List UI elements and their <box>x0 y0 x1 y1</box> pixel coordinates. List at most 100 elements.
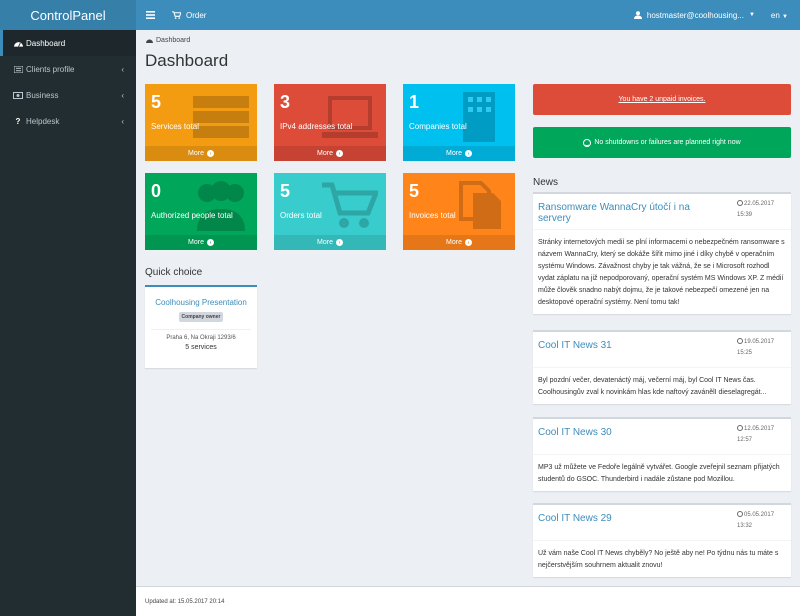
laptop-icon <box>322 96 378 138</box>
more-label: More <box>188 239 204 246</box>
more-link[interactable]: More › <box>145 235 257 250</box>
news-date: 19.05.2017 15:25 <box>737 337 774 359</box>
company-address: Praha 6, Na Okraji 1293/6 <box>166 335 236 341</box>
dashboard-icon <box>146 39 153 43</box>
question-icon: ? <box>15 116 21 126</box>
news-date: 22.05.2017 15:39 <box>737 199 774 221</box>
arrow-right-icon: › <box>335 150 343 157</box>
news-title-link[interactable]: Cool IT News 30 <box>538 427 718 438</box>
news-title-link[interactable]: Ransomware WannaCry útočí i na servery <box>538 202 718 224</box>
news-item: Cool IT News 31 19.05.2017 15:25 Byl pozd… <box>533 330 791 404</box>
sidebar-item-helpdesk[interactable]: ? Helpdesk ‹ <box>0 108 136 134</box>
news-title-link[interactable]: Cool IT News 29 <box>538 513 718 524</box>
stat-value: 0 <box>151 181 162 201</box>
stat-box-authorized-people: 0 Authorized people total More › <box>145 173 257 250</box>
breadcrumb: Dashboard <box>146 37 190 44</box>
stat-value: 1 <box>409 92 420 112</box>
news-date-value: 19.05.2017 <box>744 339 775 345</box>
stat-value: 3 <box>280 92 291 112</box>
dashboard-icon <box>12 40 24 47</box>
clock-icon <box>737 338 743 345</box>
news-date: 12.05.2017 12:57 <box>737 424 774 446</box>
menu-toggle-button[interactable] <box>136 0 164 30</box>
company-name-link[interactable]: Coolhousing Presentation <box>145 298 257 307</box>
news-section-title: News <box>533 177 559 188</box>
hamburger-icon <box>145 11 155 19</box>
stat-box-ipv4: 3 IPv4 addresses total More › <box>274 84 386 161</box>
stat-value: 5 <box>409 181 420 201</box>
users-icon <box>197 181 245 231</box>
sidebar-item-dashboard[interactable]: Dashboard <box>0 30 136 56</box>
news-body: Byl pozdní večer, devatenáctý máj, večer… <box>538 377 767 396</box>
news-title-link[interactable]: Cool IT News 31 <box>538 340 718 351</box>
stat-label: Services total <box>151 122 200 131</box>
app-logo[interactable]: ControlPanel <box>0 0 136 30</box>
stat-value: 5 <box>280 181 291 201</box>
shutdowns-alert-text: No shutdowns or failures are planned rig… <box>594 139 741 146</box>
language-menu[interactable]: en ▼ <box>771 11 800 20</box>
news-time-value: 15:39 <box>737 212 753 218</box>
news-date-value: 12.05.2017 <box>744 426 775 432</box>
news-time-value: 13:32 <box>737 523 753 529</box>
divider <box>151 329 251 330</box>
news-date-value: 22.05.2017 <box>744 201 775 207</box>
breadcrumb-label[interactable]: Dashboard <box>156 37 190 44</box>
more-link[interactable]: More › <box>403 146 515 161</box>
arrow-right-icon: › <box>464 239 472 246</box>
news-time-value: 15:25 <box>737 350 753 356</box>
sidebar-item-label: Business <box>26 90 59 100</box>
news-header: Cool IT News 29 05.05.2017 13:32 <box>533 505 791 541</box>
page-title: Dashboard <box>145 51 229 70</box>
stat-box-services: 5 Services total More › <box>145 84 257 161</box>
more-link[interactable]: More › <box>274 146 386 161</box>
more-link[interactable]: More › <box>145 146 257 161</box>
order-link[interactable]: Order <box>164 11 214 20</box>
user-menu[interactable]: hostmaster@coolhousing... ▼ <box>633 10 771 20</box>
news-item: Cool IT News 30 12.05.2017 12:57 MP3 už m… <box>533 417 791 491</box>
stat-label: Companies total <box>409 122 467 131</box>
sidebar-item-label: Clients profile <box>26 64 75 74</box>
smile-icon <box>583 138 592 147</box>
news-item: Cool IT News 29 05.05.2017 13:32 Už vám n… <box>533 503 791 577</box>
unpaid-invoices-alert[interactable]: You have 2 unpaid invoices. <box>533 84 791 115</box>
more-label: More <box>188 150 204 157</box>
stat-label: IPv4 addresses total <box>280 122 353 131</box>
list-icon <box>12 65 24 73</box>
main-content: Dashboard Dashboard 5 Services total Mor… <box>136 30 800 586</box>
news-body: MP3 už můžete ve Fedoře legálně vytvářet… <box>538 464 780 483</box>
quick-choice-card: Coolhousing Presentation Company owner P… <box>145 285 257 368</box>
files-icon <box>459 181 501 229</box>
arrow-right-icon: › <box>206 150 214 157</box>
news-header: Ransomware WannaCry útočí i na servery 2… <box>533 194 791 230</box>
sidebar-item-label: Helpdesk <box>26 116 60 126</box>
language-label: en <box>770 10 780 20</box>
sidebar: Dashboard Clients profile ‹ Business ‹ ?… <box>0 30 136 616</box>
stat-label: Orders total <box>280 211 322 220</box>
more-link[interactable]: More › <box>274 235 386 250</box>
more-label: More <box>317 239 333 246</box>
arrow-right-icon: › <box>206 239 214 246</box>
building-icon <box>463 92 495 142</box>
clock-icon <box>737 511 743 518</box>
sidebar-item-business[interactable]: Business ‹ <box>0 82 136 108</box>
user-email: hostmaster@coolhousing... <box>646 10 744 20</box>
more-label: More <box>446 150 462 157</box>
caret-down-icon: ▼ <box>748 12 755 18</box>
more-label: More <box>317 150 333 157</box>
news-date: 05.05.2017 13:32 <box>737 510 774 532</box>
news-date-value: 05.05.2017 <box>744 512 775 518</box>
arrow-right-icon: › <box>335 239 343 246</box>
services-count: 5 services <box>185 344 217 351</box>
chevron-left-icon: ‹ <box>121 90 124 100</box>
news-body: Už vám naše Cool IT News chyběly? No ješ… <box>538 550 779 569</box>
role-badge: Company owner <box>178 312 224 322</box>
news-body: Stránky internetových medií se plní info… <box>538 239 785 306</box>
more-link[interactable]: More › <box>403 235 515 250</box>
server-icon <box>193 96 249 138</box>
news-item: Ransomware WannaCry útočí i na servery 2… <box>533 192 791 314</box>
sidebar-item-clients-profile[interactable]: Clients profile ‹ <box>0 56 136 82</box>
cart-icon <box>322 182 378 228</box>
stat-value: 5 <box>151 92 162 112</box>
stat-box-invoices: 5 Invoices total More › <box>403 173 515 250</box>
order-label: Order <box>186 10 207 20</box>
